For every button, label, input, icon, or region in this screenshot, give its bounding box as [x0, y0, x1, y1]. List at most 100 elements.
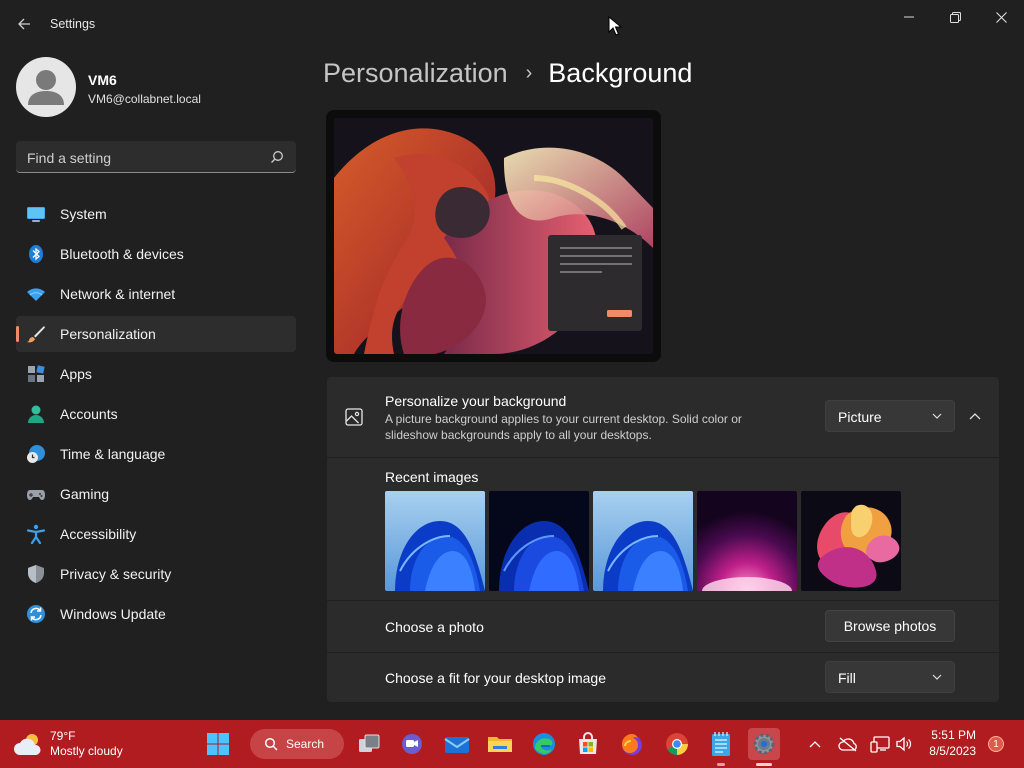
recent-image-thumbnail[interactable] — [801, 491, 901, 591]
choose-fit-label: Choose a fit for your desktop image — [385, 670, 607, 686]
chat-button[interactable] — [396, 728, 428, 760]
minimize-button[interactable] — [886, 0, 932, 34]
choose-fit-card: Choose a fit for your desktop image Fill — [327, 653, 999, 702]
user-email: VM6@collabnet.local — [88, 92, 201, 106]
back-arrow-icon — [18, 18, 30, 30]
firefox-button[interactable] — [616, 728, 648, 760]
store-icon — [579, 732, 597, 754]
sidebar-item-label: Bluetooth & devices — [60, 246, 184, 262]
background-type-dropdown[interactable]: Picture — [825, 400, 955, 432]
chat-icon — [402, 734, 422, 754]
gear-icon — [753, 733, 775, 755]
bloom-blue-light-image — [593, 491, 693, 591]
choose-photo-label: Choose a photo — [385, 619, 484, 635]
breadcrumb-parent[interactable]: Personalization — [323, 58, 508, 89]
chevron-up-icon — [969, 413, 981, 420]
chevron-up-icon — [809, 741, 821, 748]
edge-button[interactable] — [528, 728, 560, 760]
weather-condition: Mostly cloudy — [50, 744, 123, 758]
sidebar-item-network[interactable]: Network & internet — [16, 276, 296, 312]
sidebar-item-apps[interactable]: Apps — [16, 356, 296, 392]
sidebar-item-accounts[interactable]: Accounts — [16, 396, 296, 432]
sidebar-item-bluetooth[interactable]: Bluetooth & devices — [16, 236, 296, 272]
personalize-description: A picture background applies to your cur… — [385, 412, 742, 442]
sidebar-nav: System Bluetooth & devices Network & int… — [16, 196, 296, 636]
glow-purple-image — [697, 491, 797, 591]
back-button[interactable] — [10, 10, 38, 38]
ribbon-flower-image — [801, 491, 901, 591]
sidebar-item-system[interactable]: System — [16, 196, 296, 232]
store-button[interactable] — [572, 728, 604, 760]
shield-icon — [28, 565, 44, 583]
taskbar: 79°F Mostly cloudy Search 5:51 PM 8/5/20… — [0, 720, 1024, 768]
onedrive-button[interactable] — [834, 728, 862, 760]
browse-photos-button[interactable]: Browse photos — [825, 610, 955, 642]
apps-icon — [28, 365, 45, 382]
chrome-button[interactable] — [661, 728, 693, 760]
sidebar-item-accessibility[interactable]: Accessibility — [16, 516, 296, 552]
recent-image-thumbnail[interactable] — [385, 491, 485, 591]
chrome-icon — [666, 733, 688, 755]
breadcrumb-separator: › — [525, 62, 533, 84]
sidebar-item-time-language[interactable]: Time & language — [16, 436, 296, 472]
sidebar-item-label: Apps — [60, 366, 92, 382]
windows-logo-icon — [207, 733, 229, 755]
sidebar-item-label: Gaming — [60, 486, 110, 502]
preview-wallpaper — [334, 118, 653, 354]
volume-button[interactable] — [890, 728, 918, 760]
close-icon — [995, 11, 1007, 23]
firefox-icon — [622, 734, 642, 755]
weather-widget[interactable]: 79°F Mostly cloudy — [14, 727, 174, 761]
show-hidden-icons-button[interactable] — [801, 728, 829, 760]
start-button[interactable] — [202, 728, 234, 760]
close-button[interactable] — [978, 0, 1024, 34]
avatar[interactable] — [16, 57, 76, 117]
chevron-down-icon — [932, 674, 942, 680]
search-placeholder: Find a setting — [27, 150, 112, 166]
running-indicator — [717, 763, 725, 766]
fit-dropdown[interactable]: Fill — [825, 661, 955, 693]
notification-badge[interactable]: 1 — [988, 736, 1004, 752]
clock-date[interactable]: 8/5/2023 — [920, 744, 976, 758]
task-view-button[interactable] — [353, 728, 385, 760]
sidebar-item-label: Time & language — [60, 446, 166, 462]
fit-value: Fill — [838, 670, 856, 686]
sidebar-item-privacy-security[interactable]: Privacy & security — [16, 556, 296, 592]
notepad-icon — [712, 732, 730, 756]
taskbar-search[interactable]: Search — [250, 729, 344, 759]
cloud-offline-icon — [838, 737, 857, 752]
clock-time[interactable]: 5:51 PM — [920, 728, 976, 742]
background-type-value: Picture — [838, 409, 882, 425]
mail-button[interactable] — [441, 728, 473, 760]
notepad-button[interactable] — [705, 728, 737, 766]
bloom-blue-dark-image — [489, 491, 589, 591]
recent-image-thumbnail[interactable] — [489, 491, 589, 591]
sidebar-item-gaming[interactable]: Gaming — [16, 476, 296, 512]
search-input[interactable]: Find a setting — [16, 141, 296, 173]
sidebar-item-label: Accessibility — [60, 526, 137, 542]
minimize-icon — [904, 16, 914, 18]
file-explorer-button[interactable] — [484, 728, 516, 760]
sidebar-item-label: Accounts — [60, 406, 118, 422]
recent-image-thumbnail[interactable] — [593, 491, 693, 591]
settings-button[interactable] — [748, 728, 780, 766]
recent-image-thumbnail[interactable] — [697, 491, 797, 591]
taskbar-search-label: Search — [286, 737, 325, 751]
app-title: Settings — [50, 17, 96, 31]
sidebar-item-personalization[interactable]: Personalization — [16, 316, 296, 352]
weather-temperature: 79°F — [50, 729, 76, 743]
restore-icon — [949, 11, 961, 23]
chevron-down-icon — [932, 413, 942, 419]
picture-icon — [345, 408, 363, 426]
sidebar-item-label: Windows Update — [60, 606, 166, 622]
search-icon — [271, 151, 283, 163]
collapse-button[interactable] — [963, 405, 987, 429]
speaker-icon — [896, 736, 912, 752]
recent-images-label: Recent images — [385, 469, 479, 485]
restore-button[interactable] — [932, 0, 978, 34]
title-bar: Settings — [0, 0, 1024, 48]
bluetooth-icon — [29, 245, 43, 263]
choose-photo-card: Choose a photo Browse photos — [327, 601, 999, 652]
sidebar-item-windows-update[interactable]: Windows Update — [16, 596, 296, 632]
personalize-title: Personalize your background — [385, 393, 567, 409]
